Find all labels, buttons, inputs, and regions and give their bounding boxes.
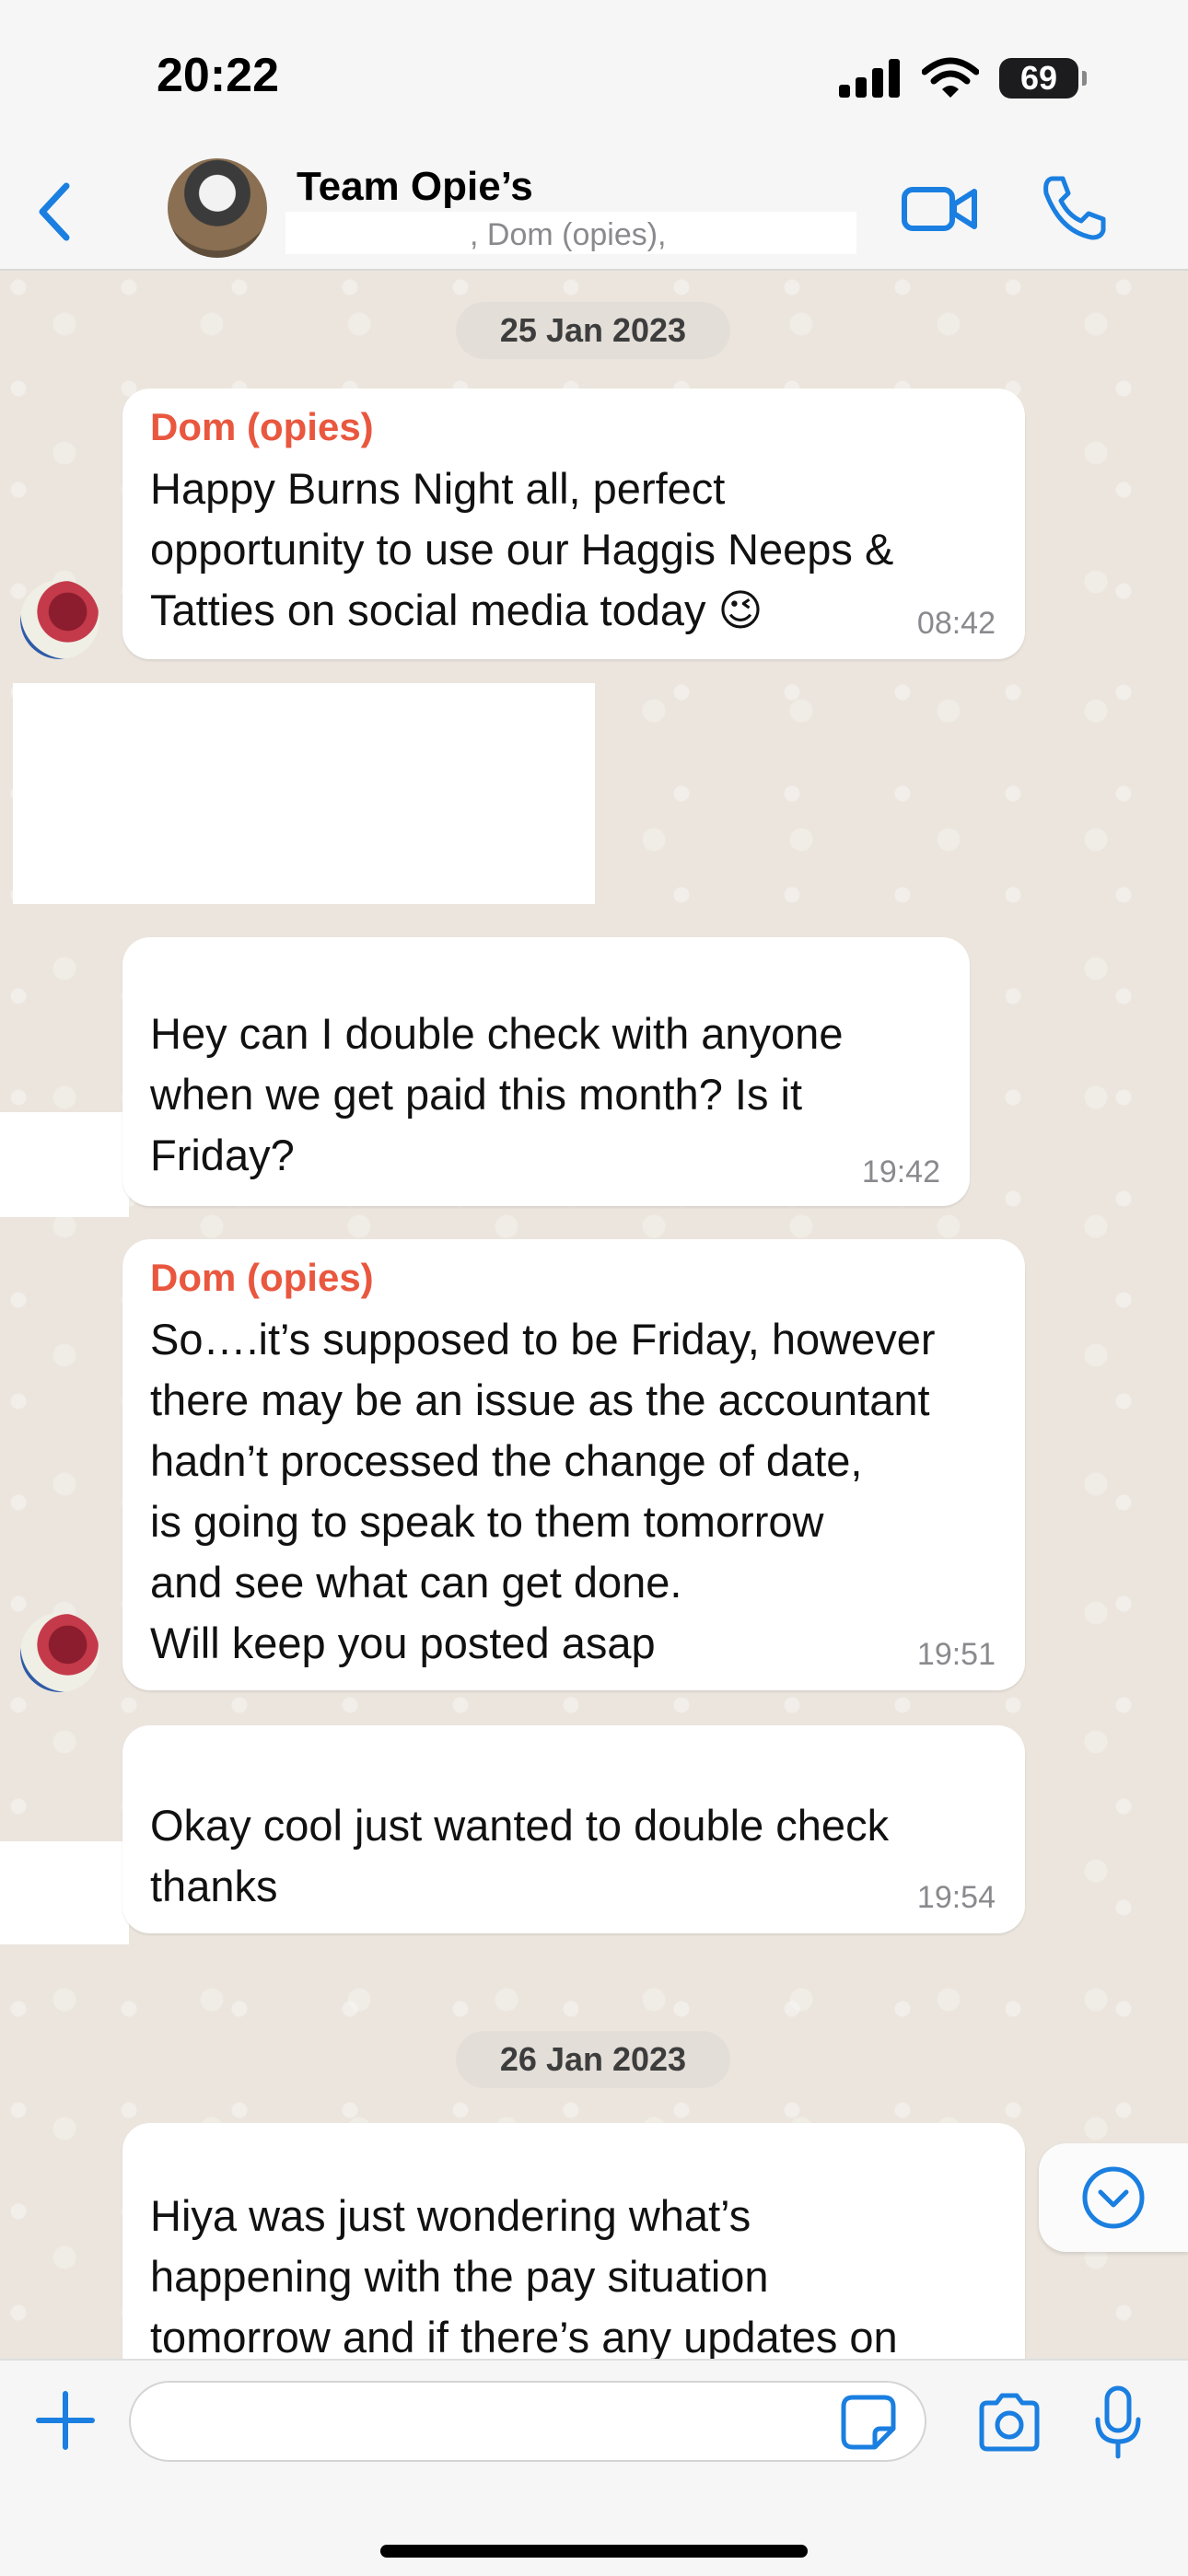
message-composer — [0, 2359, 1188, 2576]
chevron-down-circle-icon — [1082, 2166, 1145, 2229]
status-icons: 69 — [839, 57, 1087, 99]
sticker-icon[interactable] — [840, 2394, 897, 2451]
sender-avatar[interactable] — [20, 580, 99, 659]
message-time: 19:42 — [861, 1155, 940, 1189]
redacted-avatar — [0, 1841, 129, 1944]
message-time: 19:51 — [916, 1637, 996, 1672]
cellular-signal-icon — [839, 59, 900, 98]
plus-icon[interactable] — [33, 2388, 98, 2453]
sender-name[interactable]: Dom (opies) — [150, 405, 374, 449]
message-bubble[interactable]: Okay cool just wanted to double check th… — [122, 1725, 1025, 1933]
scroll-to-bottom-button[interactable] — [1039, 2143, 1188, 2252]
battery-icon: 69 — [999, 58, 1078, 99]
wifi-icon — [922, 57, 979, 98]
message-time: 08:42 — [916, 606, 996, 641]
redacted-avatar — [0, 1112, 129, 1217]
message-bubble[interactable]: Dom (opies) So….it’s supposed to be Frid… — [122, 1239, 1025, 1690]
chat-header: Team Opie’s , Dom (opies), — [0, 157, 1188, 271]
message-text: Hey can I double check with anyone when … — [150, 1009, 844, 1179]
battery-tip — [1082, 71, 1087, 86]
message-text: Happy Burns Night all, perfect opportuni… — [150, 464, 894, 634]
status-time: 20:22 — [157, 49, 279, 102]
status-bar: 20:22 69 — [0, 0, 1188, 157]
back-chevron-icon[interactable] — [28, 175, 83, 249]
home-indicator — [380, 2545, 808, 2558]
date-separator: 26 Jan 2023 — [456, 2031, 730, 2088]
message-text: Hiya was just wondering what’s happening… — [150, 2191, 898, 2361]
message-text: Okay cool just wanted to double check th… — [150, 1801, 890, 1910]
phone-call-icon[interactable] — [1039, 173, 1107, 241]
message-bubble[interactable]: Dom (opies) Happy Burns Night all, perfe… — [122, 389, 1025, 659]
message-bubble[interactable]: Hey can I double check with anyone when … — [122, 937, 970, 1206]
message-time: 19:54 — [916, 1880, 996, 1915]
group-members-redacted: , Dom (opies), — [285, 212, 856, 254]
sender-avatar[interactable] — [20, 1613, 99, 1692]
message-input[interactable] — [129, 2381, 926, 2462]
message-text: So….it’s supposed to be Friday, however … — [150, 1315, 936, 1667]
camera-icon[interactable] — [976, 2392, 1042, 2453]
video-call-icon[interactable] — [901, 177, 978, 241]
group-title[interactable]: Team Opie’s — [297, 164, 533, 210]
group-avatar[interactable] — [168, 158, 267, 258]
redacted-area — [13, 683, 595, 904]
sender-name[interactable]: Dom (opies) — [150, 1256, 374, 1300]
microphone-icon[interactable] — [1094, 2385, 1142, 2462]
date-separator: 25 Jan 2023 — [456, 302, 730, 359]
group-members: , Dom (opies), — [470, 217, 667, 252]
